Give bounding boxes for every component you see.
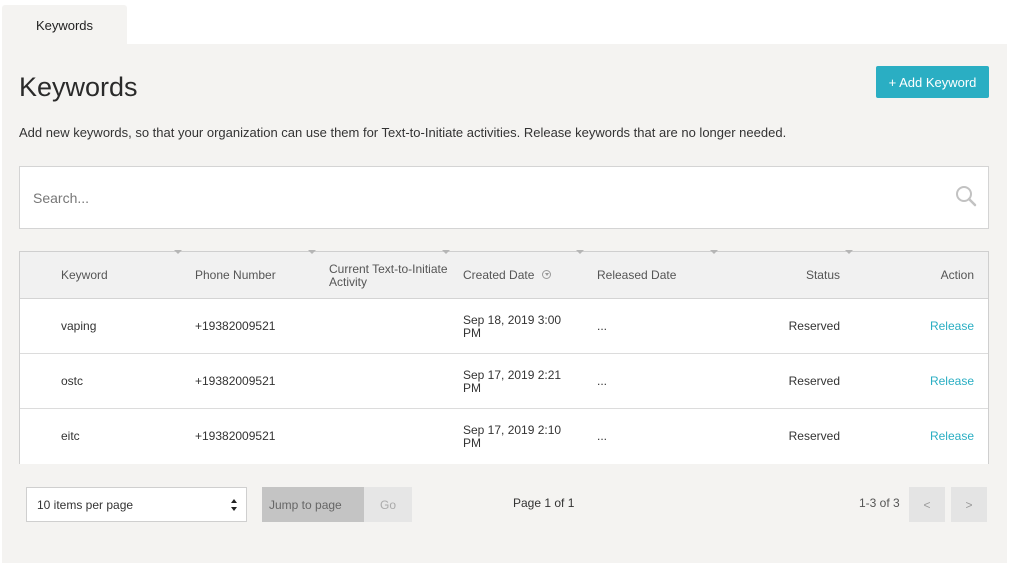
column-header-released-date[interactable]: Released Date	[597, 252, 727, 299]
page-description: Add new keywords, so that your organizat…	[19, 125, 787, 140]
jump-to-page-input[interactable]	[262, 487, 364, 522]
tab-label: Keywords	[35, 17, 94, 33]
sort-caret-icon	[442, 250, 450, 254]
cell-phone-number: +19382009521	[195, 374, 276, 388]
next-page-button[interactable]: >	[951, 487, 987, 522]
column-header-created-date[interactable]: Created Date	[463, 252, 593, 299]
sort-caret-icon	[845, 250, 853, 254]
cell-released-date: ...	[597, 319, 608, 333]
cell-status: Reserved	[788, 429, 840, 443]
search-input[interactable]	[33, 187, 913, 209]
cell-released-date: ...	[597, 429, 608, 443]
release-link[interactable]: Release	[880, 409, 974, 464]
column-header-action: Action	[940, 268, 974, 282]
cell-created-date: Sep 17, 2019 2:21 PM	[463, 367, 562, 395]
cell-phone-number: +19382009521	[195, 429, 276, 443]
column-header-status[interactable]: Status	[731, 252, 840, 299]
column-header-keyword[interactable]: Keyword	[61, 252, 191, 299]
go-button[interactable]: Go	[364, 487, 412, 522]
cell-keyword: eitc	[61, 429, 80, 443]
page-info: Page 1 of 1	[513, 496, 575, 510]
cell-created-date: Sep 18, 2019 3:00 PM	[463, 312, 562, 340]
sort-caret-icon	[174, 250, 182, 254]
cell-created-date: Sep 17, 2019 2:10 PM	[463, 422, 562, 450]
cell-keyword: ostc	[61, 374, 84, 388]
items-per-page-value: 10 items per page	[37, 497, 134, 512]
page-title: Keywords	[19, 72, 138, 102]
release-link[interactable]: Release	[880, 354, 974, 409]
table-row: vaping +19382009521 Sep 18, 2019 3:00 PM…	[20, 299, 988, 354]
keywords-table: Keyword Phone Number Current Text-to-Ini…	[19, 250, 989, 464]
tab-keywords[interactable]: Keywords	[2, 5, 127, 45]
cell-status: Reserved	[788, 374, 840, 388]
sort-caret-icon	[576, 250, 584, 254]
search-box	[19, 166, 989, 229]
cell-keyword: vaping	[61, 319, 97, 333]
range-info: 1-3 of 3	[859, 496, 900, 510]
column-header-phone-number[interactable]: Phone Number	[195, 252, 325, 299]
table-row: ostc +19382009521 Sep 17, 2019 2:21 PM .…	[20, 354, 988, 409]
prev-page-button[interactable]: <	[909, 487, 945, 522]
items-per-page-select[interactable]: 10 items per page	[26, 487, 247, 522]
sort-icon[interactable]	[542, 270, 552, 279]
cell-released-date: ...	[597, 374, 608, 388]
cell-phone-number: +19382009521	[195, 319, 276, 333]
add-keyword-button[interactable]: + Add Keyword	[876, 66, 989, 98]
keywords-panel: Keywords + Add Keyword Add new keywords,…	[2, 44, 1007, 563]
release-link[interactable]: Release	[880, 299, 974, 354]
search-icon[interactable]	[955, 185, 977, 207]
sort-caret-icon	[308, 250, 316, 254]
cell-status: Reserved	[788, 319, 840, 333]
select-arrows-icon	[231, 499, 237, 511]
sort-caret-icon	[710, 250, 718, 254]
table-header: Keyword Phone Number Current Text-to-Ini…	[20, 250, 988, 299]
table-row: eitc +19382009521 Sep 17, 2019 2:10 PM .…	[20, 409, 988, 464]
column-header-current-activity[interactable]: Current Text-to-Initiate Activity	[329, 252, 449, 299]
